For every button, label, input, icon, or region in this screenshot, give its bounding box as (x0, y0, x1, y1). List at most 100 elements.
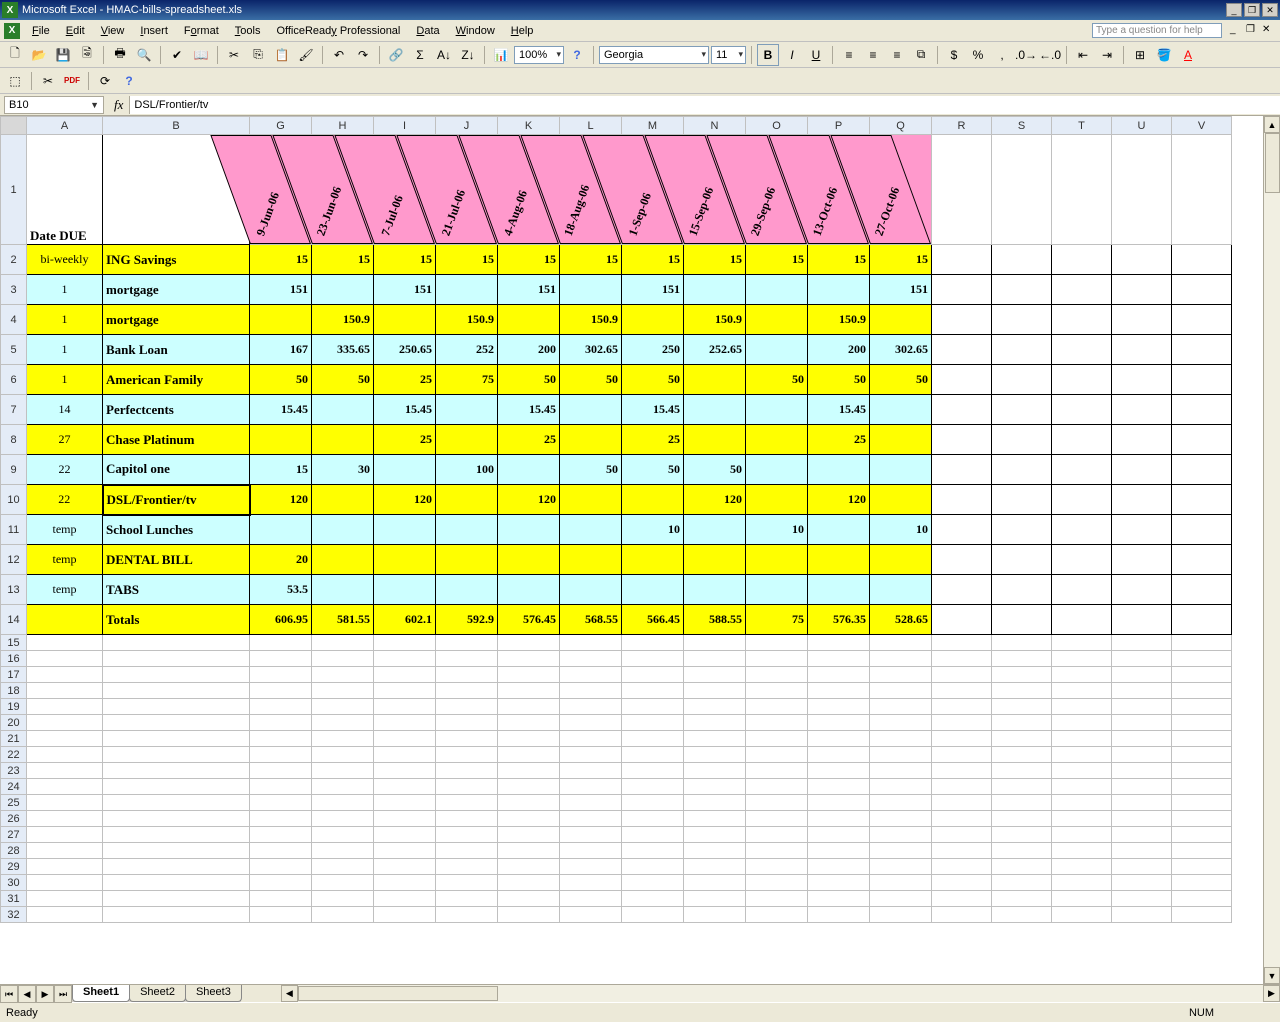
cell-H13[interactable] (312, 575, 374, 605)
cell-Q3[interactable]: 151 (870, 275, 932, 305)
cell-J23[interactable] (436, 763, 498, 779)
select-all-cell[interactable] (1, 117, 27, 135)
cell-M29[interactable] (622, 859, 684, 875)
cell-N2[interactable]: 15 (684, 245, 746, 275)
column-header-H[interactable]: H (312, 117, 374, 135)
row-header-24[interactable]: 24 (1, 779, 27, 795)
row-header-22[interactable]: 22 (1, 747, 27, 763)
cell-S21[interactable] (992, 731, 1052, 747)
cell-O2[interactable]: 15 (746, 245, 808, 275)
cell-A29[interactable] (27, 859, 103, 875)
row-header-20[interactable]: 20 (1, 715, 27, 731)
cell-L11[interactable] (560, 515, 622, 545)
cell-L10[interactable] (560, 485, 622, 515)
row-header-14[interactable]: 14 (1, 605, 27, 635)
cell-I19[interactable] (374, 699, 436, 715)
cell-B21[interactable] (103, 731, 250, 747)
cell-U1[interactable] (1112, 135, 1172, 245)
cell-T23[interactable] (1052, 763, 1112, 779)
row-header-4[interactable]: 4 (1, 305, 27, 335)
hyperlink-icon[interactable]: 🔗 (385, 44, 407, 66)
menu-edit[interactable]: Edit (58, 23, 93, 39)
cell-Q32[interactable] (870, 907, 932, 923)
cell-T19[interactable] (1052, 699, 1112, 715)
cell-S17[interactable] (992, 667, 1052, 683)
workbook-icon[interactable]: X (4, 23, 20, 39)
row-header-1[interactable]: 1 (1, 135, 27, 245)
cell-J4[interactable]: 150.9 (436, 305, 498, 335)
cell-O17[interactable] (746, 667, 808, 683)
cell-N28[interactable] (684, 843, 746, 859)
cell-P15[interactable] (808, 635, 870, 651)
cell-H20[interactable] (312, 715, 374, 731)
cell-G10[interactable]: 120 (250, 485, 312, 515)
cell-I12[interactable] (374, 545, 436, 575)
research-icon[interactable]: 📖 (190, 44, 212, 66)
cell-O5[interactable] (746, 335, 808, 365)
cell-A4[interactable]: 1 (27, 305, 103, 335)
align-left-icon[interactable]: ≡ (838, 44, 860, 66)
cell-H19[interactable] (312, 699, 374, 715)
cell-I27[interactable] (374, 827, 436, 843)
cell-U26[interactable] (1112, 811, 1172, 827)
cell-J8[interactable] (436, 425, 498, 455)
cell-I24[interactable] (374, 779, 436, 795)
row-header-21[interactable]: 21 (1, 731, 27, 747)
cell-Q14[interactable]: 528.65 (870, 605, 932, 635)
column-header-V[interactable]: V (1172, 117, 1232, 135)
cell-Q20[interactable] (870, 715, 932, 731)
cell-N31[interactable] (684, 891, 746, 907)
paste-icon[interactable]: 📋 (271, 44, 293, 66)
menu-file[interactable]: File (24, 23, 58, 39)
cell-S8[interactable] (992, 425, 1052, 455)
bold-icon[interactable]: B (757, 44, 779, 66)
cell-R9[interactable] (932, 455, 992, 485)
cell-U6[interactable] (1112, 365, 1172, 395)
cell-T15[interactable] (1052, 635, 1112, 651)
cell-R29[interactable] (932, 859, 992, 875)
cell-H9[interactable]: 30 (312, 455, 374, 485)
date-header-10[interactable]: 27-Oct-06 (870, 135, 932, 245)
cell-I30[interactable] (374, 875, 436, 891)
cell-R19[interactable] (932, 699, 992, 715)
cell-K4[interactable] (498, 305, 560, 335)
cell-S23[interactable] (992, 763, 1052, 779)
cell-J19[interactable] (436, 699, 498, 715)
cell-Q19[interactable] (870, 699, 932, 715)
cell-U19[interactable] (1112, 699, 1172, 715)
cell-U14[interactable] (1112, 605, 1172, 635)
worksheet-area[interactable]: ABGHIJKLMNOPQRSTUV1Date DUE9-Jun-0623-Ju… (0, 116, 1280, 984)
name-box[interactable]: B10 ▼ (4, 96, 104, 114)
cell-A25[interactable] (27, 795, 103, 811)
row-header-26[interactable]: 26 (1, 811, 27, 827)
cell-Q18[interactable] (870, 683, 932, 699)
cell-V1[interactable] (1172, 135, 1232, 245)
row-header-30[interactable]: 30 (1, 875, 27, 891)
cell-Q26[interactable] (870, 811, 932, 827)
cell-B27[interactable] (103, 827, 250, 843)
cell-B17[interactable] (103, 667, 250, 683)
cell-N27[interactable] (684, 827, 746, 843)
font-size-combo[interactable]: 11 (711, 46, 746, 64)
cell-R28[interactable] (932, 843, 992, 859)
cell-P3[interactable] (808, 275, 870, 305)
cell-K27[interactable] (498, 827, 560, 843)
cell-M28[interactable] (622, 843, 684, 859)
cell-V4[interactable] (1172, 305, 1232, 335)
cell-P8[interactable]: 25 (808, 425, 870, 455)
cell-O11[interactable]: 10 (746, 515, 808, 545)
cell-H2[interactable]: 15 (312, 245, 374, 275)
cell-J21[interactable] (436, 731, 498, 747)
cell-I11[interactable] (374, 515, 436, 545)
cell-T9[interactable] (1052, 455, 1112, 485)
cell-Q24[interactable] (870, 779, 932, 795)
cell-V17[interactable] (1172, 667, 1232, 683)
cell-I14[interactable]: 602.1 (374, 605, 436, 635)
cut-icon[interactable]: ✂ (223, 44, 245, 66)
cell-K15[interactable] (498, 635, 560, 651)
cell-P17[interactable] (808, 667, 870, 683)
row-header-25[interactable]: 25 (1, 795, 27, 811)
cell-P13[interactable] (808, 575, 870, 605)
cell-M16[interactable] (622, 651, 684, 667)
cell-B16[interactable] (103, 651, 250, 667)
